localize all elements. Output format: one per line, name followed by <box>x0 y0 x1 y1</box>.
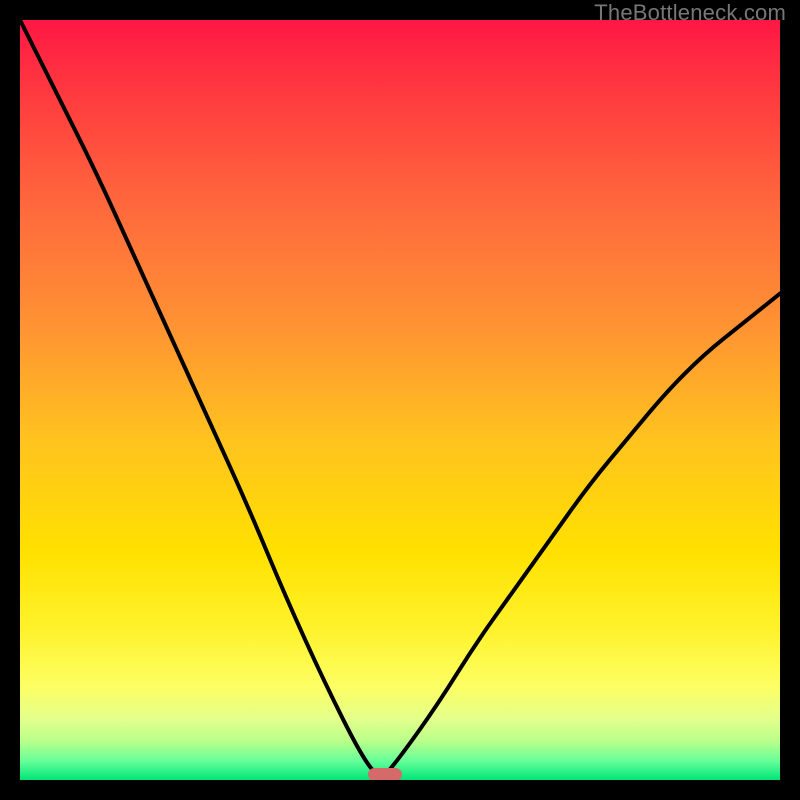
outer-frame: TheBottleneck.com <box>0 0 800 800</box>
optimum-marker <box>368 768 402 780</box>
site-watermark: TheBottleneck.com <box>594 0 786 26</box>
bottleneck-curve <box>20 20 780 780</box>
plot-area <box>20 20 780 780</box>
